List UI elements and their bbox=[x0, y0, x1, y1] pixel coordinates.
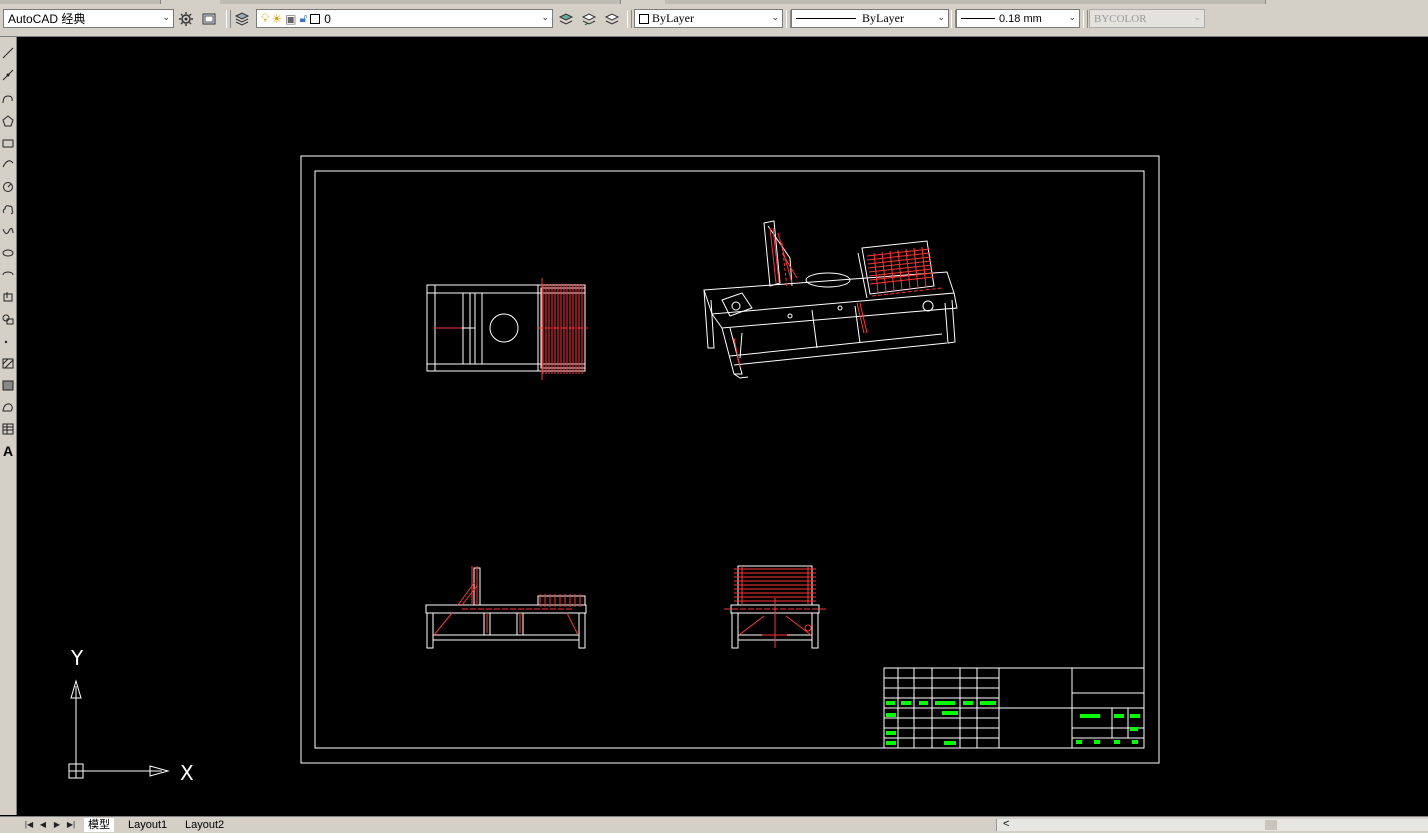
workspace-dropdown[interactable]: AutoCAD 经典 ⌄ bbox=[3, 9, 174, 28]
toolbar-segment bbox=[220, 0, 621, 4]
lightbulb-icon[interactable]: 💡︎ bbox=[261, 11, 269, 26]
color-value: ByLayer bbox=[652, 11, 694, 25]
hatch-icon[interactable] bbox=[0, 353, 16, 373]
layer-dropdown[interactable]: 💡︎ ☀ ▣ 🔓︎ 0 ⌄ bbox=[256, 9, 553, 28]
circle-icon[interactable] bbox=[0, 177, 16, 197]
ellipse-arc-icon[interactable] bbox=[0, 265, 16, 285]
chevron-down-icon[interactable]: ⌄ bbox=[1193, 12, 1201, 23]
next-tab-icon[interactable]: ▶ bbox=[52, 819, 62, 831]
draw-toolbar: A bbox=[0, 37, 17, 815]
drawing-viewport[interactable]: Y X bbox=[22, 38, 1428, 816]
sheet-outer-border bbox=[300, 155, 1160, 764]
toolbar-grip[interactable] bbox=[1083, 10, 1088, 28]
layer-previous-icon[interactable] bbox=[580, 10, 598, 28]
region-icon[interactable] bbox=[0, 397, 16, 417]
lineweight-preview bbox=[961, 18, 995, 19]
line-icon[interactable] bbox=[0, 43, 16, 63]
sun-icon[interactable]: ☀ bbox=[271, 12, 282, 26]
workspace-customize-icon[interactable] bbox=[200, 10, 218, 28]
gear-icon[interactable] bbox=[177, 10, 195, 28]
ucs-x-label: X bbox=[180, 761, 194, 785]
last-tab-icon[interactable]: ▶| bbox=[66, 819, 76, 831]
color-swatch bbox=[639, 13, 649, 24]
layer-properties-icon[interactable] bbox=[233, 10, 251, 28]
make-block-icon[interactable] bbox=[0, 309, 16, 329]
isometric-view bbox=[703, 220, 958, 379]
chevron-down-icon[interactable]: ⌄ bbox=[771, 12, 779, 23]
plotstyle-dropdown[interactable]: BYCOLOR ⌄ bbox=[1089, 9, 1205, 28]
construction-line-icon[interactable] bbox=[0, 65, 16, 85]
polygon-icon[interactable] bbox=[0, 111, 16, 131]
layer-state-icon[interactable] bbox=[603, 10, 621, 28]
tab-layout1[interactable]: Layout1 bbox=[124, 818, 171, 832]
viewport-freeze-icon[interactable]: ▣ bbox=[285, 12, 296, 26]
table-icon[interactable] bbox=[0, 419, 16, 439]
chevron-down-icon[interactable]: ⌄ bbox=[937, 12, 945, 23]
spline-icon[interactable] bbox=[0, 221, 16, 241]
first-tab-icon[interactable]: |◀ bbox=[24, 819, 34, 831]
toolbar-segment bbox=[0, 0, 161, 4]
toolbar-segment bbox=[665, 0, 1266, 4]
polyline-icon[interactable] bbox=[0, 89, 16, 109]
linetype-preview bbox=[796, 18, 856, 19]
tab-model[interactable]: 模型 bbox=[84, 818, 114, 832]
model-space-canvas[interactable]: Y X bbox=[22, 38, 1428, 816]
layer-name: 0 bbox=[324, 11, 331, 26]
make-current-layer-icon[interactable] bbox=[557, 10, 575, 28]
chevron-down-icon[interactable]: ⌄ bbox=[1068, 12, 1076, 23]
arc-icon[interactable] bbox=[0, 153, 16, 173]
lineweight-value: 0.18 mm bbox=[999, 12, 1042, 25]
multiline-text-icon[interactable]: A bbox=[0, 441, 16, 461]
prev-tab-icon[interactable]: ◀ bbox=[38, 819, 48, 831]
linetype-dropdown[interactable]: ByLayer ⌄ bbox=[791, 9, 949, 28]
scroll-thumb[interactable] bbox=[1265, 820, 1277, 830]
plotstyle-value: BYCOLOR bbox=[1094, 12, 1147, 25]
toolbar-grip[interactable] bbox=[627, 10, 632, 28]
layout-tab-bar: |◀ ◀ ▶ ▶| 模型 Layout1 Layout2 < bbox=[0, 816, 1428, 833]
front-view-red bbox=[433, 566, 581, 636]
title-block bbox=[883, 667, 1145, 749]
lock-icon[interactable]: 🔓︎ bbox=[300, 11, 308, 26]
properties-toolbar: AutoCAD 经典 ⌄ 💡︎ ☀ ▣ 🔓︎ 0 ⌄ ByLayer ⌄ ByL… bbox=[0, 6, 1428, 37]
layer-color-swatch bbox=[310, 13, 321, 24]
scroll-left-icon[interactable]: < bbox=[1003, 818, 1009, 830]
horizontal-scrollbar[interactable]: < bbox=[996, 818, 1428, 831]
ucs-icon bbox=[68, 679, 170, 779]
gradient-icon[interactable] bbox=[0, 375, 16, 395]
rectangle-icon[interactable] bbox=[0, 133, 16, 153]
front-view bbox=[425, 567, 587, 649]
ucs-y-label: Y bbox=[70, 646, 84, 670]
workspace-value: AutoCAD 经典 bbox=[8, 12, 86, 26]
linetype-value: ByLayer bbox=[862, 11, 904, 25]
sheet-inner-border bbox=[314, 170, 1145, 749]
point-icon[interactable] bbox=[0, 331, 16, 351]
insert-block-icon[interactable] bbox=[0, 287, 16, 307]
toolbar-grip[interactable] bbox=[226, 10, 231, 28]
lineweight-dropdown[interactable]: 0.18 mm ⌄ bbox=[956, 9, 1080, 28]
ellipse-icon[interactable] bbox=[0, 243, 16, 263]
revision-cloud-icon[interactable] bbox=[0, 200, 16, 220]
chevron-down-icon[interactable]: ⌄ bbox=[162, 12, 170, 23]
chevron-down-icon[interactable]: ⌄ bbox=[541, 12, 549, 23]
tab-layout2[interactable]: Layout2 bbox=[181, 818, 228, 832]
color-dropdown[interactable]: ByLayer ⌄ bbox=[634, 9, 783, 28]
